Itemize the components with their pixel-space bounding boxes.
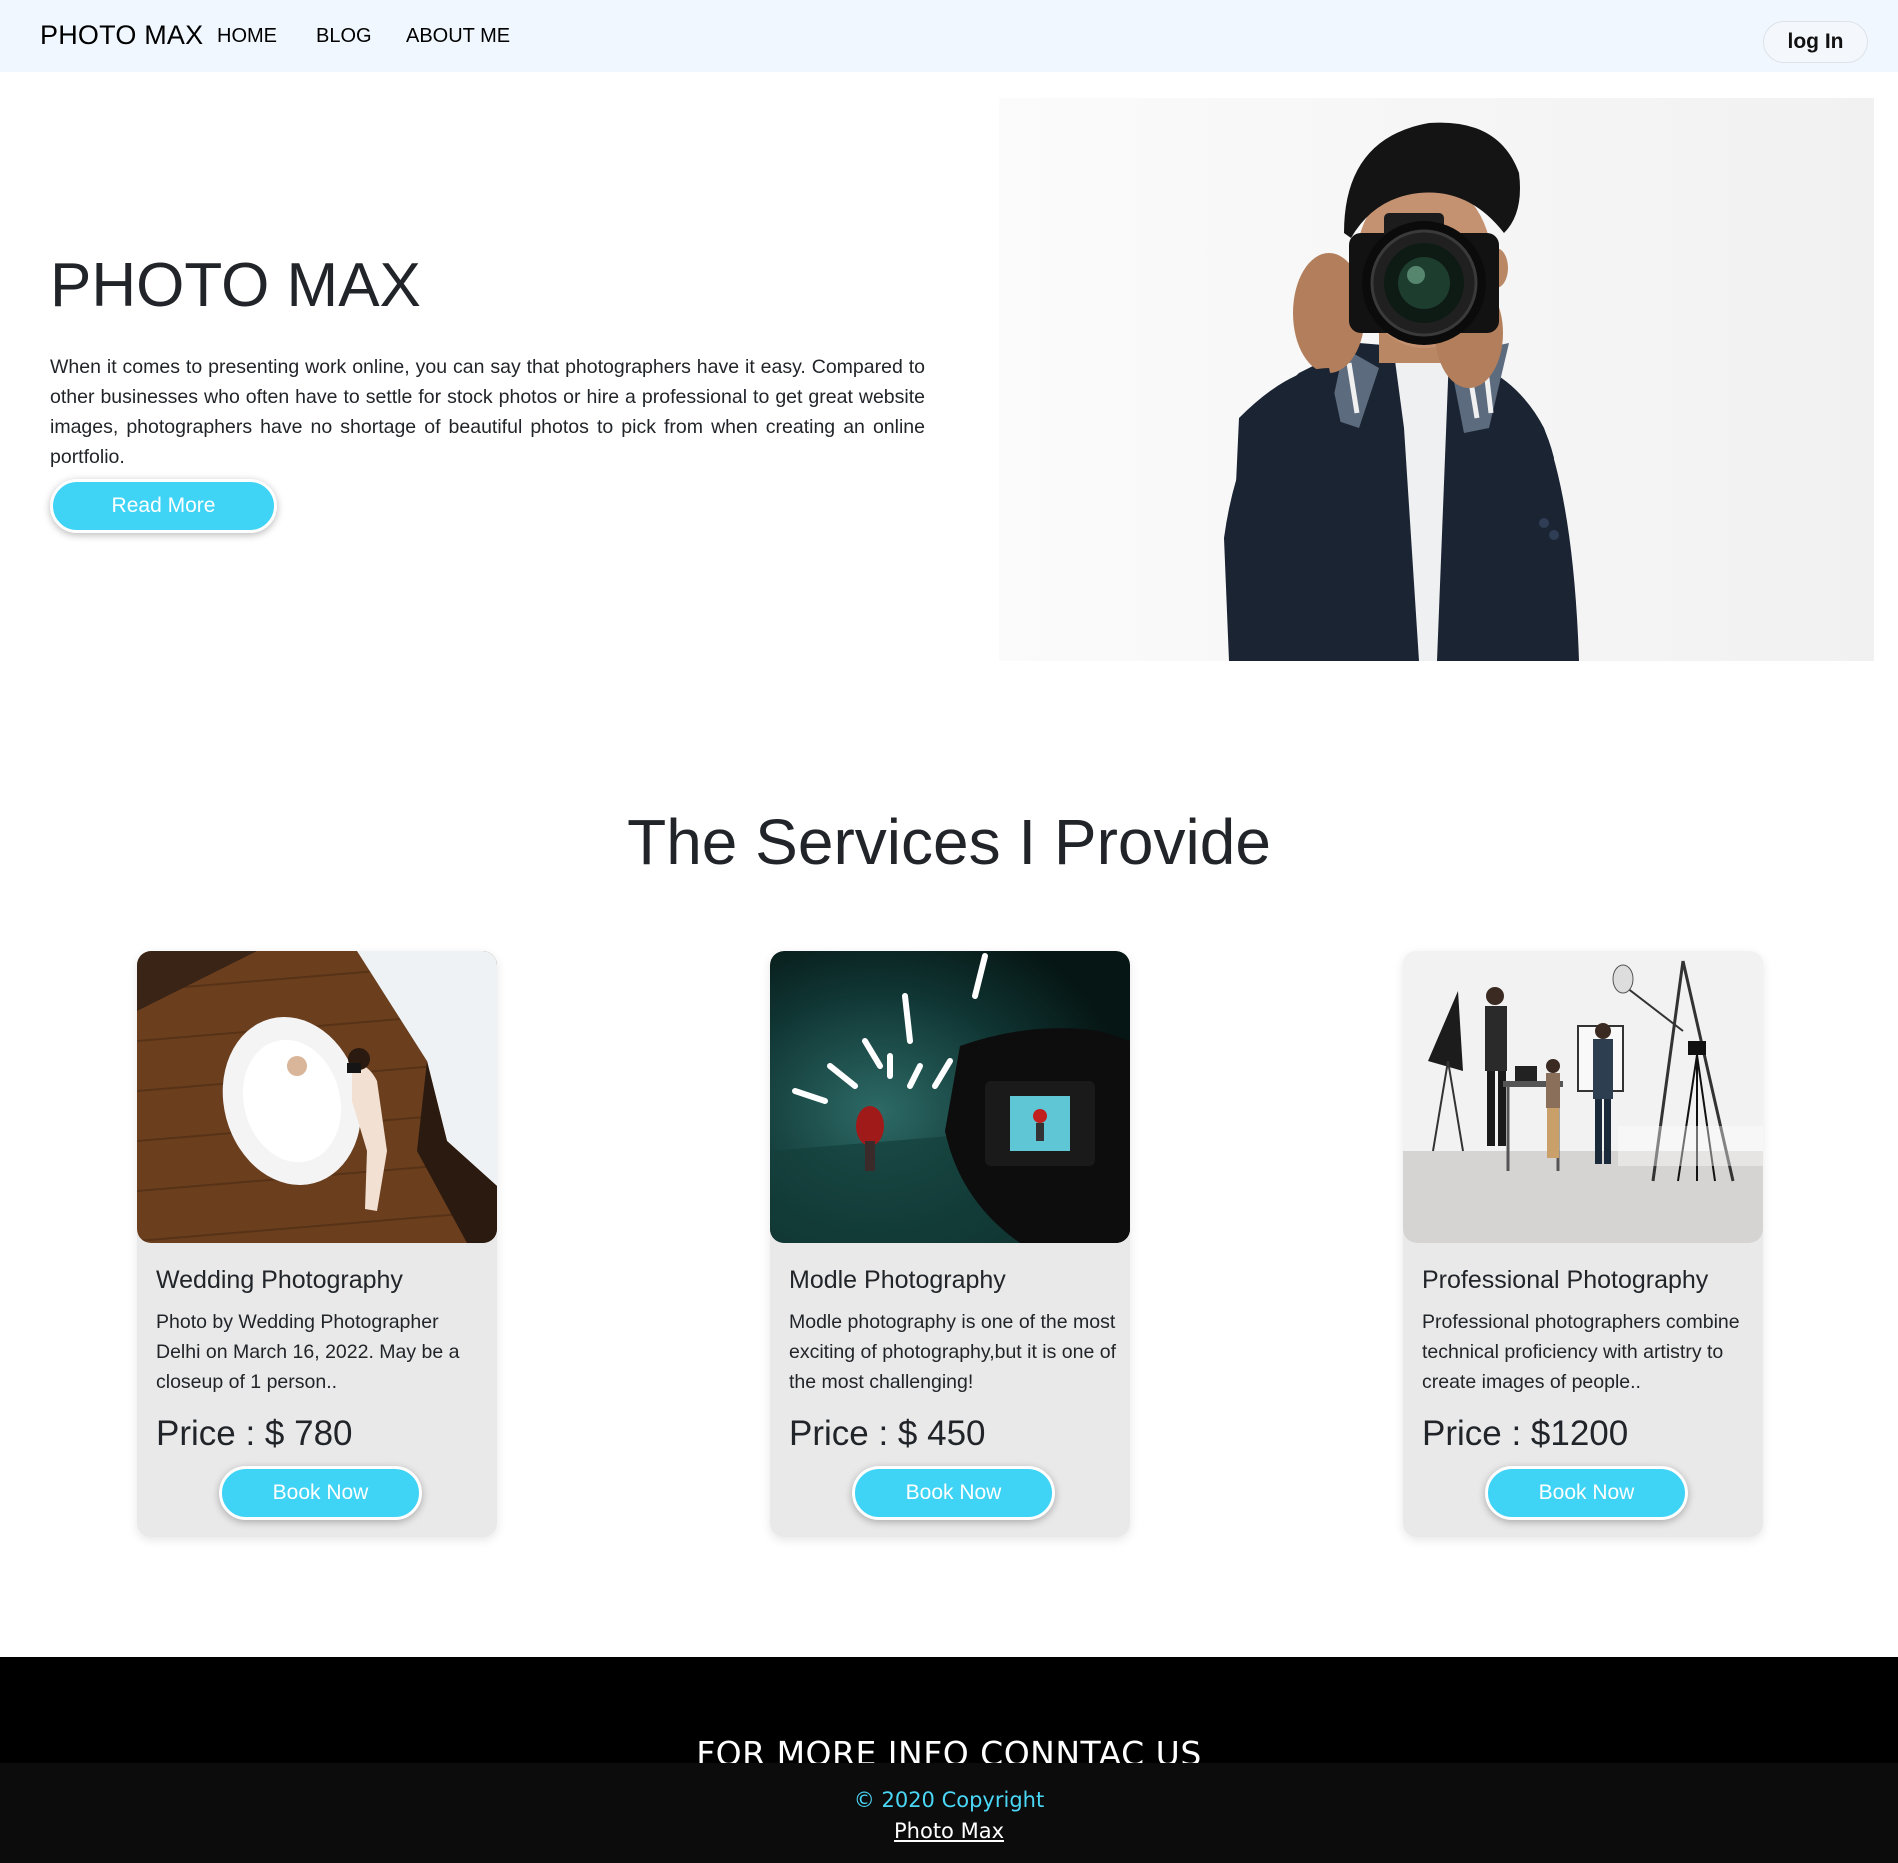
hero-photographer-image [999,98,1874,661]
nav-link-blog[interactable]: BLOG [316,25,372,48]
nav-link-about-me[interactable]: ABOUT ME [406,25,510,48]
card-title: Modle Photography [789,1266,1006,1294]
professional-photo [1403,951,1763,1243]
brand-logo[interactable]: PHOTO MAX [40,20,203,51]
card-description: Modle photography is one of the most exc… [789,1311,1117,1393]
hero-description: When it comes to presenting work online,… [50,356,925,468]
copyright-text: © 2020 Copyright [853,1788,1045,1812]
footer-bottom-bar: © 2020 Copyright Photo Max [0,1763,1898,1863]
card-title: Wedding Photography [156,1266,403,1294]
footer-link-wrapper: Photo Max [0,1819,1898,1843]
nav-link-home[interactable]: HOME [217,25,277,48]
footer-link-photo-max[interactable]: Photo Max [894,1819,1004,1843]
model-photo [770,951,1130,1243]
services-title: The Services I Provide [627,806,1271,878]
hero-title: PHOTO MAX [50,251,421,320]
card-price: Price : $ 450 [789,1414,986,1453]
card-price: Price : $ 780 [156,1414,353,1453]
login-button[interactable]: log In [1763,21,1868,63]
card-price: Price : $1200 [1422,1414,1629,1453]
navbar: PHOTO MAX HOME BLOG ABOUT ME log In [0,0,1898,72]
book-now-button[interactable]: Book Now [852,1466,1055,1520]
service-card-professional: Professional Photography Professional ph… [1403,951,1763,1537]
book-now-button[interactable]: Book Now [1485,1466,1688,1520]
service-card-wedding: Wedding Photography Photo by Wedding Pho… [137,951,497,1537]
book-now-button[interactable]: Book Now [219,1466,422,1520]
card-title: Professional Photography [1422,1266,1709,1294]
footer: FOR MORE INFO CONNTAC US © 2020 Copyrigh… [0,1657,1898,1863]
service-card-model: Modle Photography Modle photography is o… [770,951,1130,1537]
card-description: Photo by Wedding Photographer Delhi on M… [156,1311,460,1393]
wedding-photo [137,951,497,1243]
card-description: Professional photographers combine techn… [1422,1311,1740,1393]
read-more-button[interactable]: Read More [50,479,277,533]
